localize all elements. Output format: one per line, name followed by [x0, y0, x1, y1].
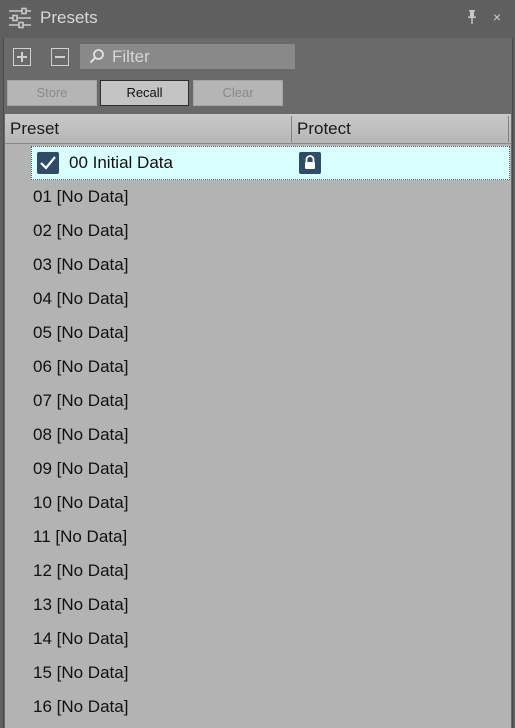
- column-divider[interactable]: [291, 116, 292, 142]
- checkbox-checked[interactable]: [37, 152, 59, 174]
- checkmark-icon: [40, 156, 56, 170]
- preset-row-selected[interactable]: 00 Initial Data: [31, 146, 510, 180]
- preset-row[interactable]: 05 [No Data]: [5, 316, 511, 350]
- preset-row[interactable]: 04 [No Data]: [5, 282, 511, 316]
- preset-name: 14 [No Data]: [33, 629, 129, 648]
- preset-row[interactable]: 08 [No Data]: [5, 418, 511, 452]
- command-button-row: Store Recall Clear: [4, 76, 512, 110]
- table-header: Preset Protect: [5, 114, 511, 144]
- preset-name: 09 [No Data]: [33, 459, 129, 478]
- panel-title: Presets: [40, 8, 98, 27]
- presets-panel: Presets × Store Recall: [0, 0, 515, 728]
- preset-row[interactable]: 06 [No Data]: [5, 350, 511, 384]
- preset-row[interactable]: 09 [No Data]: [5, 452, 511, 486]
- preset-name: 16 [No Data]: [33, 697, 129, 716]
- preset-row[interactable]: 03 [No Data]: [5, 248, 511, 282]
- preset-name: 15 [No Data]: [33, 663, 129, 682]
- preset-row[interactable]: 16 [No Data]: [5, 690, 511, 724]
- panel-content: Store Recall Clear Preset Protect 00 Ini…: [3, 38, 513, 728]
- column-header-preset[interactable]: Preset: [10, 114, 59, 144]
- preset-row[interactable]: 02 [No Data]: [5, 214, 511, 248]
- preset-name: 03 [No Data]: [33, 255, 129, 274]
- column-header-protect[interactable]: Protect: [297, 114, 351, 144]
- preset-name: 11 [No Data]: [33, 527, 128, 546]
- pin-icon[interactable]: [466, 9, 478, 25]
- column-divider[interactable]: [508, 116, 509, 142]
- title-bar[interactable]: Presets ×: [0, 0, 515, 37]
- preset-name: 08 [No Data]: [33, 425, 129, 444]
- preset-name: 07 [No Data]: [33, 391, 129, 410]
- remove-preset-button[interactable]: [51, 48, 69, 66]
- store-button[interactable]: Store: [7, 80, 97, 106]
- preset-row[interactable]: 11 [No Data]: [5, 520, 511, 554]
- recall-button[interactable]: Recall: [100, 80, 189, 106]
- filter-box[interactable]: [80, 44, 295, 69]
- preset-name: 13 [No Data]: [33, 595, 129, 614]
- close-icon[interactable]: ×: [490, 8, 504, 26]
- preset-name: 12 [No Data]: [33, 561, 129, 580]
- preset-row[interactable]: 13 [No Data]: [5, 588, 511, 622]
- clear-button[interactable]: Clear: [193, 80, 283, 106]
- preset-name: 02 [No Data]: [33, 221, 129, 240]
- presets-table: Preset Protect 00 Initial Data 01 [No Da…: [5, 114, 511, 728]
- filter-input[interactable]: [112, 44, 287, 69]
- preset-name: 00 Initial Data: [69, 153, 173, 172]
- preset-row[interactable]: 10 [No Data]: [5, 486, 511, 520]
- preset-row[interactable]: 15 [No Data]: [5, 656, 511, 690]
- preset-row[interactable]: 07 [No Data]: [5, 384, 511, 418]
- preset-name: 10 [No Data]: [33, 493, 129, 512]
- preset-name: 04 [No Data]: [33, 289, 129, 308]
- sliders-icon: [9, 7, 31, 29]
- preset-row[interactable]: 01 [No Data]: [5, 180, 511, 214]
- preset-row[interactable]: 14 [No Data]: [5, 622, 511, 656]
- lock-icon[interactable]: [299, 152, 321, 174]
- preset-row[interactable]: 12 [No Data]: [5, 554, 511, 588]
- preset-name: 06 [No Data]: [33, 357, 129, 376]
- search-icon: [89, 49, 104, 64]
- preset-name: 05 [No Data]: [33, 323, 129, 342]
- add-preset-button[interactable]: [13, 48, 31, 66]
- preset-name: 01 [No Data]: [33, 187, 129, 206]
